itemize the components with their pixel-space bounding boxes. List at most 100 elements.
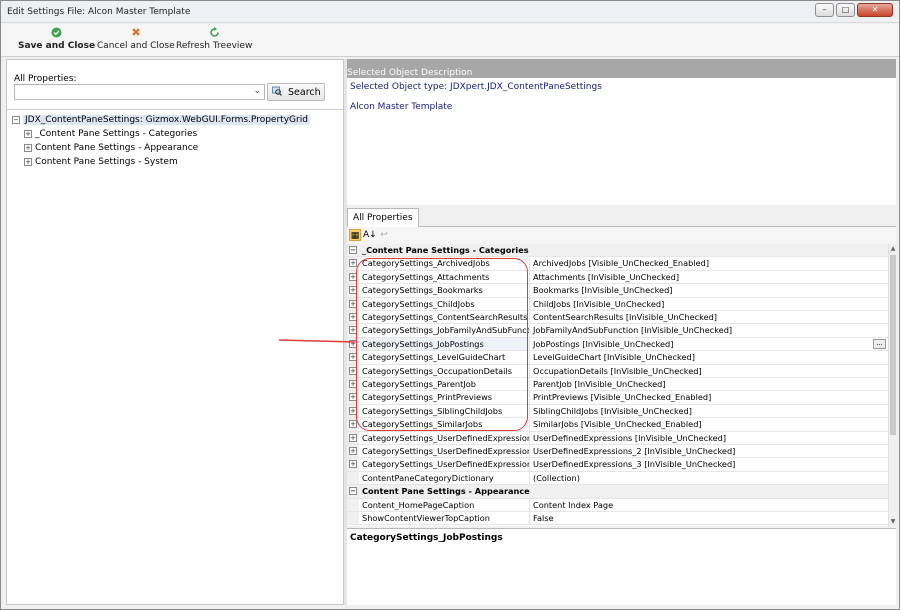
sort-alphabetical-icon[interactable]: A↓ xyxy=(363,229,377,241)
collapse-icon[interactable]: − xyxy=(349,246,357,254)
property-name: CategorySettings_UserDefinedExpressions_… xyxy=(362,431,530,444)
property-name: ShowContentViewerTopCaption xyxy=(360,512,530,525)
property-value[interactable]: SiblingChildJobs [InVisible_UnChecked] xyxy=(531,405,888,417)
search-button[interactable]: Search xyxy=(267,83,325,101)
scroll-up-icon[interactable]: ▲ xyxy=(889,245,897,252)
collapse-icon[interactable]: − xyxy=(12,115,20,124)
help-title: CategorySettings_JobPostings xyxy=(350,533,503,543)
expand-icon[interactable]: + xyxy=(24,129,32,138)
expand-icon[interactable]: + xyxy=(349,433,357,442)
property-value[interactable]: False xyxy=(531,512,888,524)
property-name: CategorySettings_UserDefinedExpressions_… xyxy=(362,458,530,471)
window-controls: – □ ✕ xyxy=(815,3,893,17)
property-value[interactable]: UserDefinedExpressions_3 [InVisible_UnCh… xyxy=(531,458,888,470)
property-row[interactable]: + CategorySettings_UserDefinedExpressions… xyxy=(347,458,888,472)
property-value[interactable]: ContentSearchResults [InVisible_UnChecke… xyxy=(531,311,888,323)
annotation-arrow xyxy=(279,339,355,343)
chevron-down-icon[interactable]: ⌄ xyxy=(253,86,261,96)
property-value[interactable]: JobFamilyAndSubFunction [InVisible_UnChe… xyxy=(531,324,888,336)
annotation-outline xyxy=(356,258,528,431)
ellipsis-button[interactable]: ... xyxy=(873,338,886,349)
property-value[interactable]: LevelGuideChart [InVisible_UnChecked] xyxy=(531,351,888,363)
property-value[interactable]: ChildJobs [InVisible_UnChecked] xyxy=(531,298,888,310)
tab-strip: All Properties xyxy=(347,205,896,228)
row-margin xyxy=(347,512,359,525)
expand-icon[interactable]: + xyxy=(349,447,357,455)
expand-icon[interactable]: + xyxy=(349,259,357,268)
property-value[interactable]: ParentJob [InVisible_UnChecked] xyxy=(531,378,888,390)
property-pages-icon[interactable]: ↩ xyxy=(378,229,390,241)
settings-window: Edit Settings File: Alcon Master Templat… xyxy=(0,0,900,610)
property-value[interactable]: (Collection) xyxy=(531,472,888,484)
row-margin xyxy=(347,498,359,511)
property-value[interactable]: PrintPreviews [Visible_UnChecked_Enabled… xyxy=(531,391,888,403)
minimize-button[interactable]: – xyxy=(815,3,834,17)
tab-all-properties[interactable]: All Properties xyxy=(347,208,419,228)
property-tree-panel: All Properties: ⌄ Search − JDX_ContentPan… xyxy=(6,59,344,605)
tree-node-appearance[interactable]: + Content Pane Settings - Appearance xyxy=(24,142,198,155)
object-type-text: Selected Object type: JDXpert.JDX_Conten… xyxy=(350,82,602,92)
property-name: CategorySettings_UserDefinedExpressions_… xyxy=(362,445,530,458)
property-grid-toolbar: ▦ A↓ ↩ xyxy=(347,227,896,244)
tree-node-label: Content Pane Settings - System xyxy=(35,157,178,167)
tree-node-label: _Content Pane Settings - Categories xyxy=(35,129,198,139)
vertical-scrollbar[interactable]: ▲ ▼ xyxy=(888,244,896,526)
tree-node-categories[interactable]: + _Content Pane Settings - Categories xyxy=(24,128,197,141)
cancel-and-close-label: Cancel and Close xyxy=(97,41,175,51)
property-value[interactable]: SimilarJobs [Visible_UnChecked_Enabled] xyxy=(531,418,888,430)
toolbar: Save and Close Cancel and Close Refresh … xyxy=(1,24,899,57)
refresh-treeview-button[interactable]: Refresh Treeview xyxy=(176,27,252,55)
property-row[interactable]: + CategorySettings_UserDefinedExpressions… xyxy=(347,445,888,459)
property-value[interactable]: Bookmarks [InVisible_UnChecked] xyxy=(531,284,888,296)
tree-root[interactable]: − JDX_ContentPaneSettings: Gizmox.WebGUI.… xyxy=(12,114,310,127)
tree-root-label: JDX_ContentPaneSettings: Gizmox.WebGUI.F… xyxy=(23,115,310,125)
tree-node-label: Content Pane Settings - Appearance xyxy=(35,143,199,153)
property-row[interactable]: ShowContentViewerTopCaption False xyxy=(347,512,888,526)
category-row[interactable]: − Content Pane Settings - Appearance xyxy=(347,485,888,499)
property-value[interactable]: Attachments [InVisible_UnChecked] xyxy=(531,271,888,283)
save-and-close-button[interactable]: Save and Close xyxy=(18,27,95,55)
scroll-thumb[interactable] xyxy=(890,255,896,435)
property-help-panel: CategorySettings_JobPostings xyxy=(347,528,896,605)
description-header: Selected Object Description xyxy=(347,59,896,78)
property-combo[interactable]: ⌄ xyxy=(14,84,265,100)
property-name: ContentPaneCategoryDictionary xyxy=(360,471,530,485)
property-value[interactable]: OccupationDetails [InVisible_UnChecked] xyxy=(531,365,888,377)
expand-icon[interactable]: + xyxy=(349,460,357,469)
category-row[interactable]: − _Content Pane Settings - Categories xyxy=(347,244,888,258)
property-value[interactable]: UserDefinedExpressions [InVisible_UnChec… xyxy=(531,432,888,444)
categorized-icon[interactable]: ▦ xyxy=(349,229,361,241)
property-row[interactable]: Content_HomePageCaption Content Index Pag… xyxy=(347,498,888,512)
expand-icon[interactable]: + xyxy=(24,157,32,166)
refresh-treeview-label: Refresh Treeview xyxy=(176,41,253,51)
property-row[interactable]: + CategorySettings_UserDefinedExpressions… xyxy=(347,431,888,445)
search-icon xyxy=(272,86,282,99)
all-properties-label: All Properties: xyxy=(14,74,77,84)
object-name-text: Alcon Master Template xyxy=(350,102,453,112)
title-bar: Edit Settings File: Alcon Master Templat… xyxy=(1,1,899,23)
restore-button[interactable]: □ xyxy=(836,3,855,17)
expand-icon[interactable]: + xyxy=(24,143,32,152)
property-name: Content_HomePageCaption xyxy=(360,498,530,511)
divider xyxy=(7,109,343,110)
x-icon xyxy=(131,27,141,40)
collapse-icon[interactable]: − xyxy=(349,487,357,496)
close-button[interactable]: ✕ xyxy=(857,3,893,17)
category-label: _Content Pane Settings - Categories xyxy=(362,245,529,255)
description-body: Selected Object type: JDXpert.JDX_Conten… xyxy=(347,78,896,205)
property-value[interactable]: Content Index Page xyxy=(531,499,888,511)
window-title: Edit Settings File: Alcon Master Templat… xyxy=(7,7,191,17)
refresh-icon xyxy=(209,27,220,40)
check-circle-icon xyxy=(51,27,62,40)
search-button-label: Search xyxy=(288,86,321,98)
property-row[interactable]: ContentPaneCategoryDictionary (Collection… xyxy=(347,471,888,486)
property-value[interactable]: JobPostings [InVisible_UnChecked] xyxy=(531,338,888,350)
property-value[interactable]: ArchivedJobs [Visible_UnChecked_Enabled] xyxy=(531,257,888,269)
row-margin xyxy=(347,471,359,485)
cancel-and-close-button[interactable]: Cancel and Close xyxy=(97,27,175,55)
scroll-down-icon[interactable]: ▼ xyxy=(889,518,897,525)
property-value[interactable]: UserDefinedExpressions_2 [InVisible_UnCh… xyxy=(531,445,888,457)
tree-node-system[interactable]: + Content Pane Settings - System xyxy=(24,156,178,169)
category-label: Content Pane Settings - Appearance xyxy=(362,486,530,497)
save-and-close-label: Save and Close xyxy=(18,41,96,51)
